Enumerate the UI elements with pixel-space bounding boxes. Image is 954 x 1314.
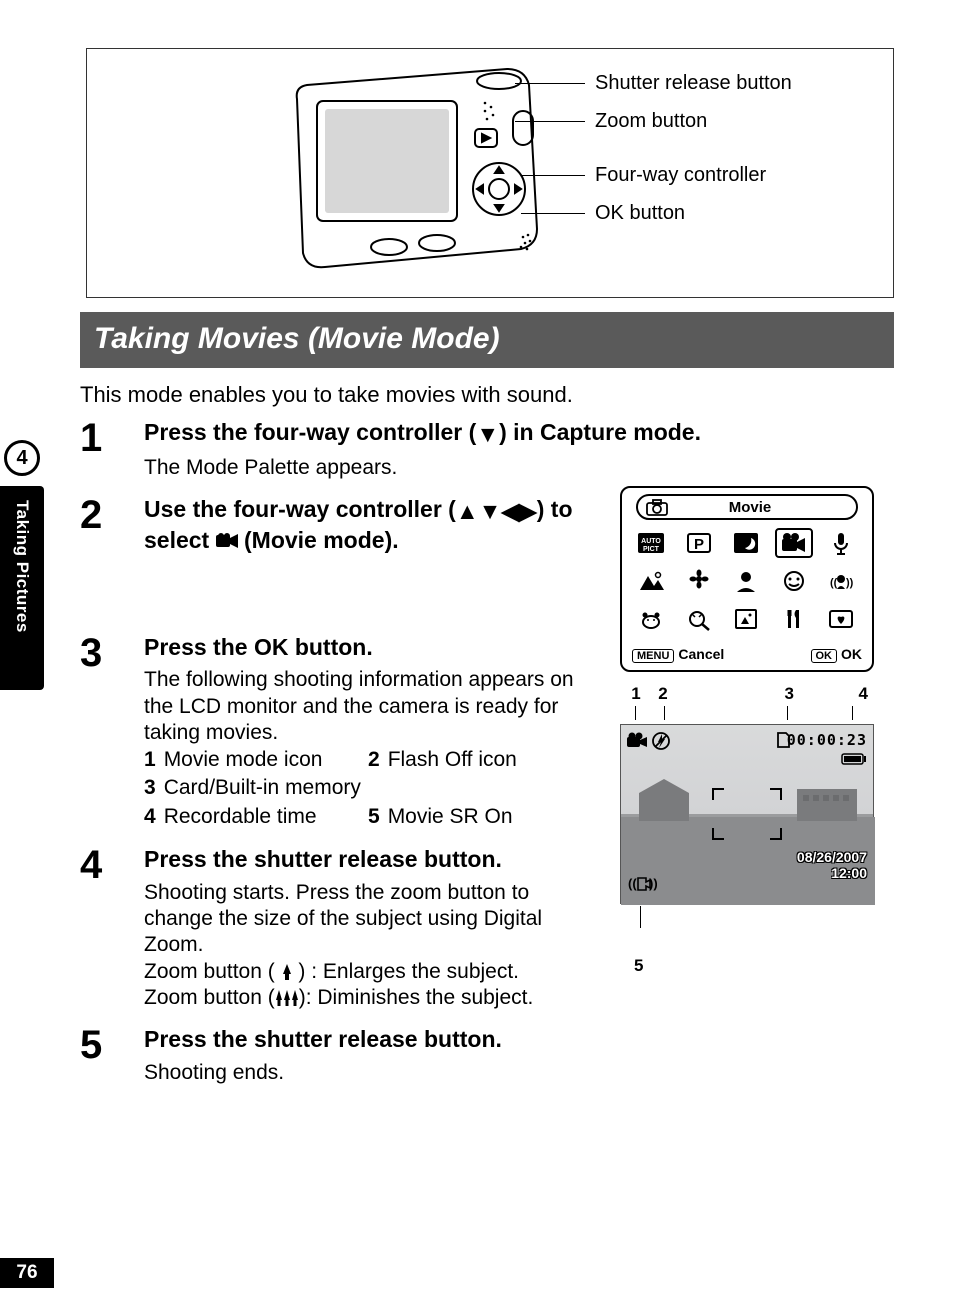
step5-heading: Press the shutter release button. xyxy=(144,1025,894,1054)
mode-movie-icon[interactable] xyxy=(775,528,813,558)
mode-love-icon[interactable] xyxy=(822,604,860,634)
callout-shutter: Shutter release button xyxy=(595,73,792,93)
marker-5: 5 xyxy=(634,956,880,976)
step-number: 2 xyxy=(80,495,144,563)
preview-datetime: 08/26/2007 12:00 xyxy=(797,849,867,881)
tele-icon xyxy=(281,964,293,980)
mode-program-icon[interactable]: P xyxy=(680,528,718,558)
mode-flower-icon[interactable] xyxy=(680,566,718,596)
svg-text:P: P xyxy=(694,536,704,553)
preview-flash-off-icon xyxy=(651,731,671,756)
camera-rear-illustration xyxy=(277,59,567,279)
step-number: 1 xyxy=(80,418,144,481)
marker-2: 2 xyxy=(648,684,678,704)
marker-4: 4 xyxy=(794,684,868,704)
preview-battery-icon xyxy=(841,749,867,770)
svg-text:)): )) xyxy=(846,577,854,589)
step4-zoom-wide: Zoom button (): Diminishes the subject. xyxy=(144,985,594,1011)
mode-digital-sr-icon[interactable] xyxy=(680,604,718,634)
step5-sub: Shooting ends. xyxy=(144,1060,894,1086)
step3-heading: Press the OK button. xyxy=(144,633,594,662)
page-number: 76 xyxy=(0,1258,54,1288)
section-title-bar: Taking Movies (Movie Mode) xyxy=(80,312,894,368)
svg-text:AUTO: AUTO xyxy=(641,538,661,545)
palette-title-text: Movie xyxy=(668,499,856,516)
step2-heading: Use the four-way controller (▲▼◀▶) to se… xyxy=(144,495,584,557)
step-number: 5 xyxy=(80,1025,144,1086)
palette-cancel[interactable]: MENUCancel xyxy=(632,646,724,662)
chapter-number-badge: 4 xyxy=(4,440,40,476)
preview-rec-time: 00:00:23 xyxy=(787,731,867,749)
svg-text:((: (( xyxy=(628,876,637,891)
ok-key-icon: OK xyxy=(811,649,838,663)
marker-1: 1 xyxy=(624,684,648,704)
down-triangle-icon: ▼ xyxy=(476,420,499,449)
mode-night-icon[interactable] xyxy=(727,528,765,558)
camera-diagram: Shutter release button Zoom button Four-… xyxy=(86,48,894,298)
mode-auto-pict-icon[interactable]: AUTOPICT xyxy=(632,528,670,558)
step4-zoom-tele: Zoom button ( ) : Enlarges the subject. xyxy=(144,959,594,985)
step3-legend: 1Movie mode icon 2Flash Off icon 3Card/B… xyxy=(144,746,594,831)
step-number: 4 xyxy=(80,845,144,1011)
callout-fourway: Four-way controller xyxy=(595,165,766,185)
marker-3: 3 xyxy=(678,684,794,704)
step-number: 3 xyxy=(80,633,144,832)
step4-sub: Shooting starts. Press the zoom button t… xyxy=(144,880,594,959)
mode-portrait-icon[interactable] xyxy=(727,566,765,596)
menu-key-icon: MENU xyxy=(632,649,674,663)
mode-landscape-icon[interactable] xyxy=(632,566,670,596)
palette-ok[interactable]: OKOK xyxy=(811,646,863,662)
callout-zoom: Zoom button xyxy=(595,111,707,131)
step3-sub: The following shooting information appea… xyxy=(144,667,594,746)
mode-voice-icon[interactable] xyxy=(822,528,860,558)
camera-icon xyxy=(646,498,668,516)
step1-sub: The Mode Palette appears. xyxy=(144,455,894,481)
chapter-title: Taking Pictures xyxy=(12,500,32,633)
movie-mode-icon xyxy=(216,528,238,557)
svg-text:PICT: PICT xyxy=(643,546,660,553)
focus-frame-icon xyxy=(712,788,782,840)
preview-sr-on-icon: (()) xyxy=(627,874,657,897)
mode-kids-icon[interactable] xyxy=(775,566,813,596)
section-intro: This mode enables you to take movies wit… xyxy=(80,382,894,408)
side-tab: 4 Taking Pictures xyxy=(0,440,44,690)
svg-text:)): )) xyxy=(649,876,657,891)
mode-food-icon[interactable] xyxy=(775,604,813,634)
preview-movie-icon xyxy=(627,731,649,754)
svg-text:((: (( xyxy=(830,577,838,589)
mode-sr-icon[interactable]: (()) xyxy=(822,566,860,596)
lcd-preview: 00:00:23 08/26/2007 12:00 (()) xyxy=(620,724,874,904)
step1-heading: Press the four-way controller (▼) in Cap… xyxy=(144,418,894,449)
callout-ok: OK button xyxy=(595,203,685,223)
mode-palette: Movie AUTOPICT P (()) MENUCanc xyxy=(620,486,874,672)
arrow-keys-icon: ▲▼◀▶ xyxy=(456,497,537,526)
mode-frame-icon[interactable] xyxy=(727,604,765,634)
step4-heading: Press the shutter release button. xyxy=(144,845,594,874)
mode-pet-icon[interactable] xyxy=(632,604,670,634)
wide-icon xyxy=(275,990,299,1006)
